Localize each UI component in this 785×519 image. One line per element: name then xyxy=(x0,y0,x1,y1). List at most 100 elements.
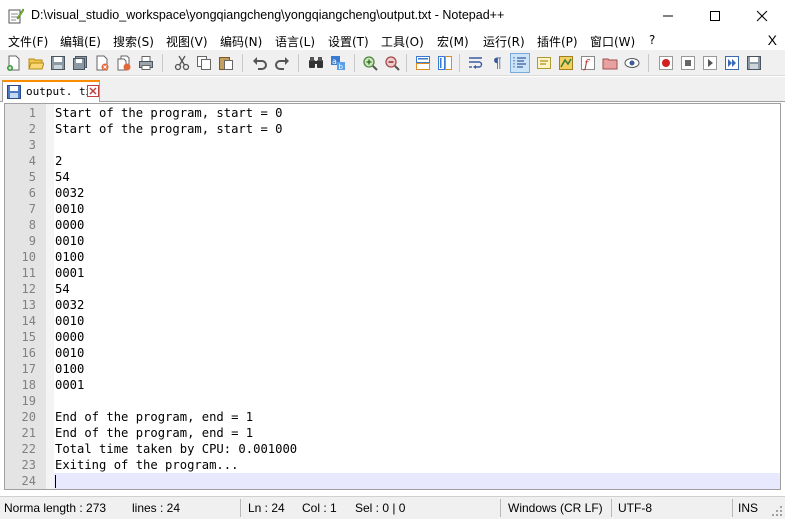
editor-line[interactable]: 16 0010 xyxy=(5,345,780,361)
editor-line[interactable]: 3 xyxy=(5,137,780,153)
line-text: 54 xyxy=(55,282,70,296)
line-number: 17 xyxy=(21,362,36,376)
status-insert-mode[interactable]: INS xyxy=(738,501,758,515)
editor-line[interactable]: 1 Start of the program, start = 0 xyxy=(5,105,780,121)
editor-line[interactable]: 13 0032 xyxy=(5,297,780,313)
close-document-button[interactable]: X xyxy=(768,32,777,48)
zoom-in-icon[interactable] xyxy=(360,53,380,73)
editor-line[interactable]: 20 End of the program, end = 1 xyxy=(5,409,780,425)
menu-language[interactable]: 语言(L) xyxy=(275,33,315,50)
notepadpp-app-icon xyxy=(8,7,25,24)
menu-tools[interactable]: 工具(O) xyxy=(381,33,424,50)
tab-close-icon[interactable] xyxy=(87,85,99,97)
editor-line[interactable]: 5 54 xyxy=(5,169,780,185)
editor-line[interactable]: 15 0000 xyxy=(5,329,780,345)
record-macro-icon[interactable] xyxy=(656,53,676,73)
editor-line[interactable]: 2 Start of the program, start = 0 xyxy=(5,121,780,137)
folder-workspace-icon[interactable] xyxy=(600,53,620,73)
status-eol[interactable]: Windows (CR LF) xyxy=(508,501,603,515)
minimize-button[interactable] xyxy=(645,0,691,32)
line-number: 3 xyxy=(28,138,36,152)
paste-icon[interactable] xyxy=(216,53,236,73)
editor-line[interactable]: 23 Exiting of the program... xyxy=(5,457,780,473)
word-wrap-icon[interactable] xyxy=(466,53,486,73)
sync-vertical-icon[interactable] xyxy=(413,53,433,73)
save-all-icon[interactable] xyxy=(70,53,90,73)
menu-plugins[interactable]: 插件(P) xyxy=(537,33,578,50)
toolbar-separator xyxy=(162,54,163,72)
print-icon[interactable] xyxy=(136,53,156,73)
menu-edit[interactable]: 编辑(E) xyxy=(60,33,101,50)
line-text: 0032 xyxy=(55,298,85,312)
editor-line[interactable]: 11 0001 xyxy=(5,265,780,281)
zoom-out-icon[interactable] xyxy=(382,53,402,73)
save-icon[interactable] xyxy=(48,53,68,73)
line-number: 18 xyxy=(21,378,36,392)
status-separator xyxy=(240,499,241,517)
user-language-icon[interactable] xyxy=(534,53,554,73)
line-text: Start of the program, start = 0 xyxy=(55,122,283,136)
function-list-icon[interactable]: f xyxy=(578,53,598,73)
editor-line[interactable]: 9 0010 xyxy=(5,233,780,249)
line-number: 9 xyxy=(28,234,36,248)
editor-line[interactable]: 10 0100 xyxy=(5,249,780,265)
editor-line[interactable]: 19 xyxy=(5,393,780,409)
maximize-button[interactable] xyxy=(692,0,738,32)
line-number: 2 xyxy=(28,122,36,136)
editor-line[interactable]: 6 0032 xyxy=(5,185,780,201)
replace-icon[interactable]: ab xyxy=(328,53,348,73)
menu-view[interactable]: 视图(V) xyxy=(166,33,208,50)
save-macro-icon[interactable] xyxy=(744,53,764,73)
menu-file[interactable]: 文件(F) xyxy=(8,33,48,50)
editor-line[interactable]: 24 xyxy=(5,473,780,489)
line-text: 0000 xyxy=(55,218,85,232)
run-macro-multiple-icon[interactable] xyxy=(722,53,742,73)
saved-file-icon xyxy=(7,85,21,99)
toolbar-separator xyxy=(459,54,460,72)
menu-macro[interactable]: 宏(M) xyxy=(437,33,469,50)
menu-window[interactable]: 窗口(W) xyxy=(590,33,635,50)
text-editor[interactable]: 1 Start of the program, start = 0 2 Start o… xyxy=(4,103,781,490)
copy-icon[interactable] xyxy=(194,53,214,73)
status-encoding[interactable]: UTF-8 xyxy=(618,501,652,515)
show-all-chars-icon[interactable]: ¶ xyxy=(488,53,508,73)
menu-search[interactable]: 搜索(S) xyxy=(113,33,154,50)
editor-line[interactable]: 22 Total time taken by CPU: 0.001000 xyxy=(5,441,780,457)
editor-line[interactable]: 14 0010 xyxy=(5,313,780,329)
undo-icon[interactable] xyxy=(250,53,270,73)
editor-line[interactable]: 18 0001 xyxy=(5,377,780,393)
editor-line[interactable]: 21 End of the program, end = 1 xyxy=(5,425,780,441)
indent-guide-icon[interactable] xyxy=(510,53,530,73)
editor-line[interactable]: 12 54 xyxy=(5,281,780,297)
resize-grip-icon[interactable] xyxy=(771,505,783,517)
status-separator xyxy=(732,499,733,517)
status-length: Norma length : 273 xyxy=(4,501,107,515)
editor-line[interactable]: 7 0010 xyxy=(5,201,780,217)
line-text: 0010 xyxy=(55,346,85,360)
close-file-icon[interactable] xyxy=(92,53,112,73)
close-icon xyxy=(756,10,768,22)
tab-output-txt[interactable]: output. txt xyxy=(2,80,100,102)
document-map-icon[interactable] xyxy=(556,53,576,73)
open-file-icon[interactable] xyxy=(26,53,46,73)
menu-encoding[interactable]: 编码(N) xyxy=(220,33,262,50)
redo-icon[interactable] xyxy=(272,53,292,73)
editor-line[interactable]: 17 0100 xyxy=(5,361,780,377)
editor-line[interactable]: 42 xyxy=(5,153,780,169)
monitoring-icon[interactable] xyxy=(622,53,642,73)
line-text: 0000 xyxy=(55,330,85,344)
line-number: 11 xyxy=(21,266,36,280)
menu-help[interactable]: ? xyxy=(649,33,655,47)
sync-horizontal-icon[interactable] xyxy=(435,53,455,73)
new-file-icon[interactable] xyxy=(4,53,24,73)
stop-macro-icon[interactable] xyxy=(678,53,698,73)
cut-icon[interactable] xyxy=(172,53,192,73)
find-icon[interactable] xyxy=(306,53,326,73)
play-macro-icon[interactable] xyxy=(700,53,720,73)
close-window-button[interactable] xyxy=(739,0,785,32)
close-all-icon[interactable] xyxy=(114,53,134,73)
menu-run[interactable]: 运行(R) xyxy=(483,33,525,50)
line-number: 6 xyxy=(28,186,36,200)
menu-settings[interactable]: 设置(T) xyxy=(328,33,369,50)
editor-line[interactable]: 8 0000 xyxy=(5,217,780,233)
